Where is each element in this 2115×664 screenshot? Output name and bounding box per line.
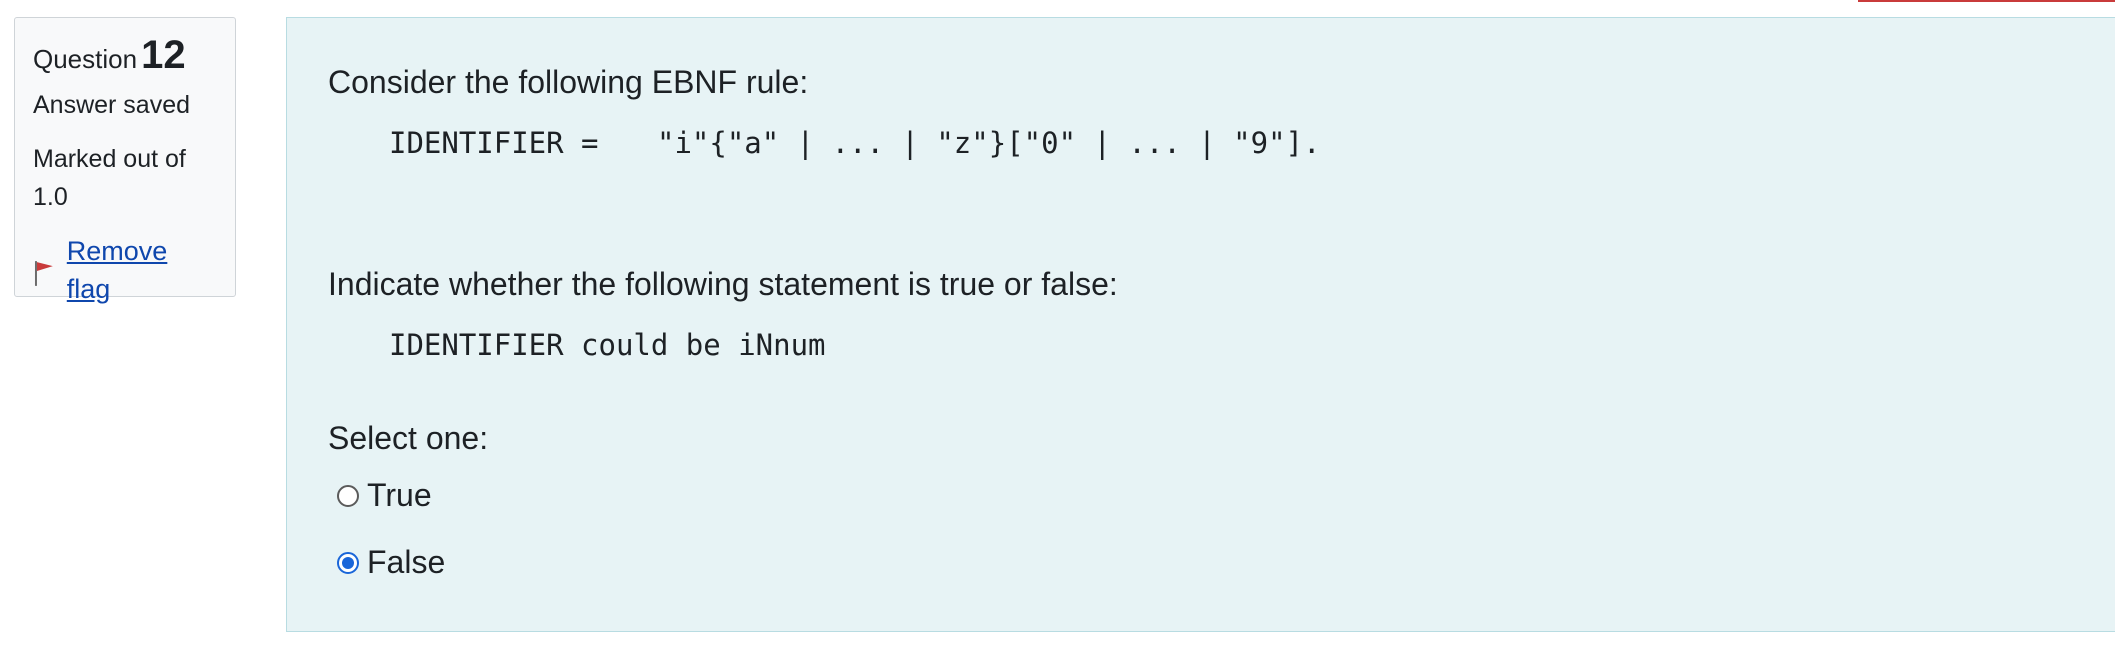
question-number-heading: Question 12 xyxy=(33,32,217,78)
question-grade: Marked out of 1.0 xyxy=(33,140,217,216)
radio-true[interactable] xyxy=(337,484,359,507)
flag-icon xyxy=(34,261,53,286)
ebnf-rule-lhs: IDENTIFIER = xyxy=(389,126,599,160)
remove-flag-link[interactable]: Remove flag xyxy=(67,232,217,308)
question-state: Answer saved xyxy=(33,91,191,119)
question-prompt: Indicate whether the following statement… xyxy=(328,266,1118,302)
question-intro: Consider the following EBNF rule: xyxy=(328,64,809,100)
question-number: 12 xyxy=(141,33,186,77)
grade-value: 1.0 xyxy=(33,183,68,211)
question-content-panel: Consider the following EBNF rule: IDENTI… xyxy=(286,17,2115,632)
radio-false[interactable] xyxy=(337,551,359,574)
grade-label: Marked out of xyxy=(33,145,186,173)
question-info-panel: Question 12 Answer saved Marked out of 1.… xyxy=(14,17,236,304)
option-false-label: False xyxy=(367,544,446,580)
option-true[interactable]: True xyxy=(337,477,432,514)
question-label: Question xyxy=(33,44,138,74)
flag-toggle[interactable]: Remove flag xyxy=(33,232,217,308)
question-statement: IDENTIFIER could be iNnum xyxy=(389,328,826,362)
select-one-label: Select one: xyxy=(328,420,489,456)
ebnf-rule-rhs: "i"{"a" | ... | "z"}["0" | ... | "9"]. xyxy=(657,126,1321,160)
top-accent-bar xyxy=(1858,0,2115,2)
option-true-label: True xyxy=(367,477,432,513)
option-false[interactable]: False xyxy=(337,544,445,581)
